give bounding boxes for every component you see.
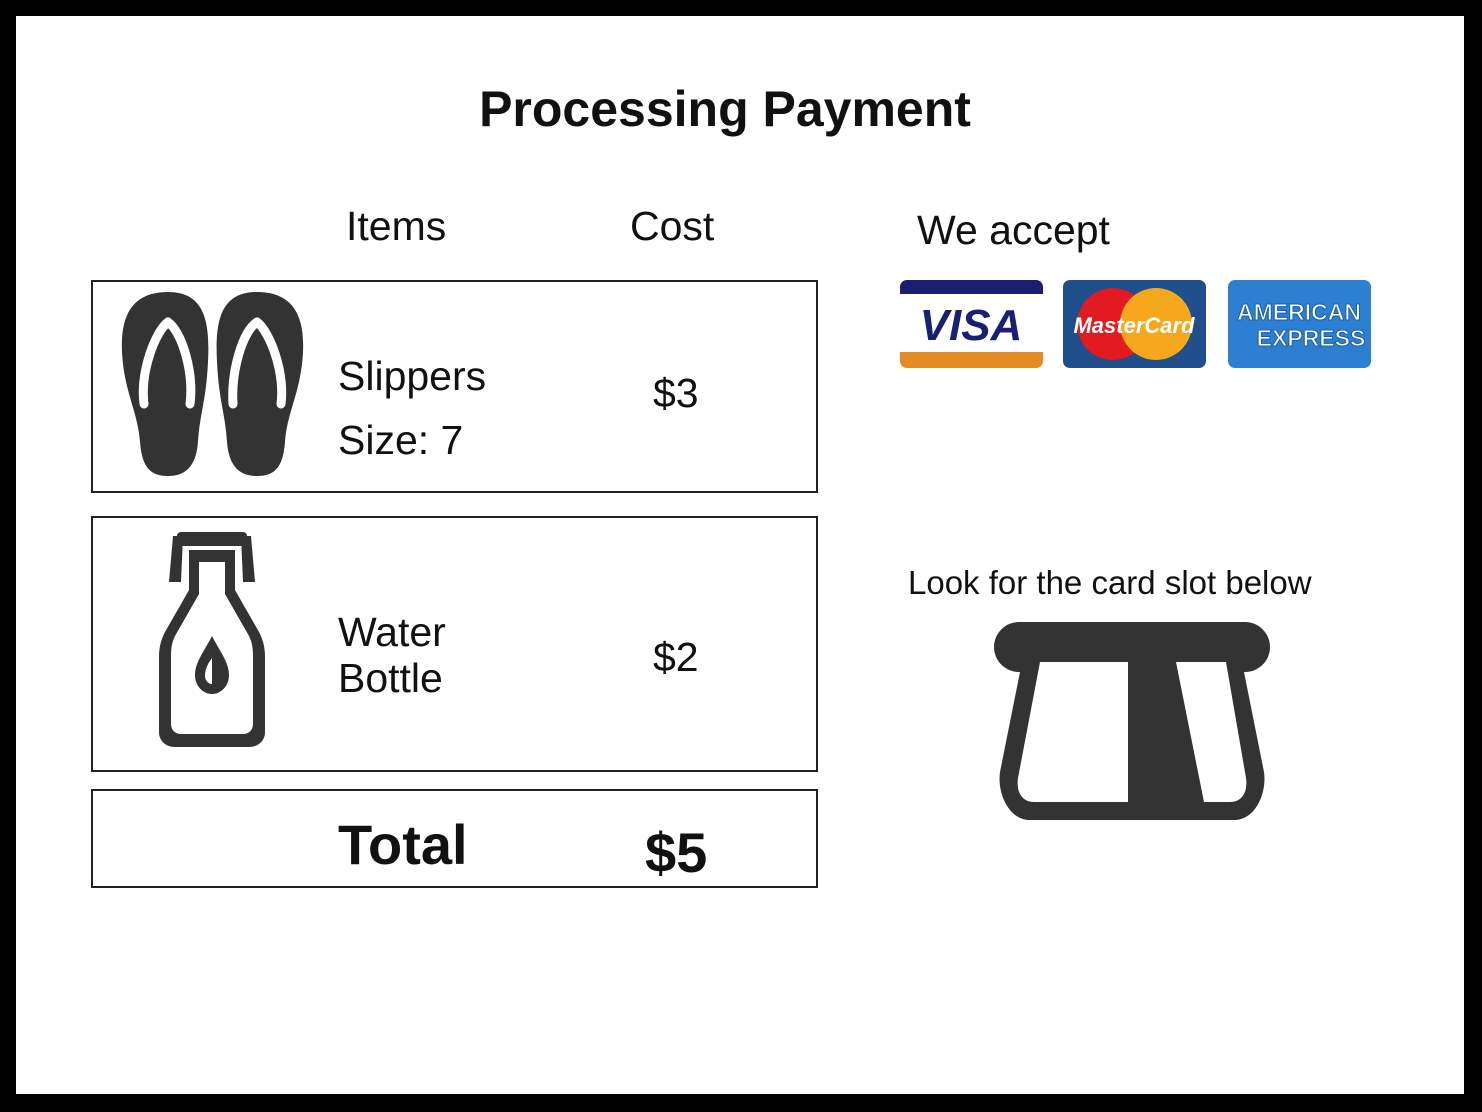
order-total: Total $5 (91, 789, 818, 888)
svg-text:AMERICAN: AMERICAN (1237, 299, 1361, 325)
item-name-line2: Bottle (338, 655, 443, 701)
mastercard-logo: MasterCard (1063, 280, 1206, 368)
water-bottle-icon (159, 532, 265, 747)
card-slot-icon (994, 622, 1270, 820)
order-item-water-bottle: Water Bottle $2 (91, 516, 818, 772)
svg-text:EXPRESS: EXPRESS (1257, 325, 1366, 351)
item-size: Size: 7 (338, 417, 464, 463)
flip-flops-icon (121, 292, 304, 476)
svg-text:MasterCard: MasterCard (1073, 313, 1195, 338)
card-slot-instruction: Look for the card slot below (908, 564, 1312, 601)
items-header: Items (346, 203, 447, 249)
order-item-slippers: Slippers Size: 7 $3 (91, 280, 818, 493)
item-name: Slippers (338, 353, 487, 399)
item-name-line1: Water (338, 609, 446, 655)
total-value: $5 (645, 821, 708, 884)
page-title: Processing Payment (479, 81, 971, 137)
item-cost: $3 (653, 370, 699, 416)
svg-text:VISA: VISA (920, 301, 1023, 350)
total-label: Total (338, 813, 468, 876)
cost-header: Cost (630, 203, 715, 249)
visa-logo: VISA (900, 280, 1043, 368)
amex-logo: AMERICAN EXPRESS (1228, 280, 1371, 368)
accept-label: We accept (917, 207, 1110, 253)
item-cost: $2 (653, 634, 699, 680)
